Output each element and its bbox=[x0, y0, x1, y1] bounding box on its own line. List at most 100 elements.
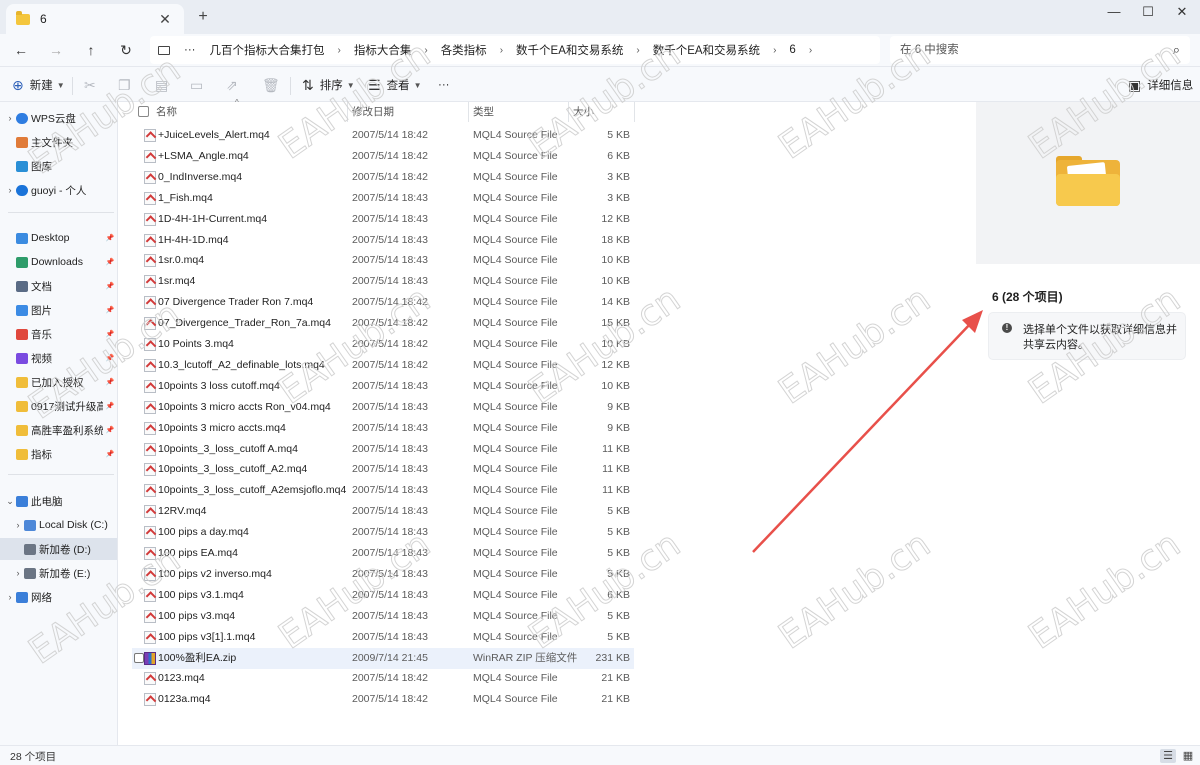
close-tab-icon[interactable]: ✕ bbox=[156, 11, 174, 28]
sidebar-item[interactable]: 新加卷 (D:) bbox=[0, 538, 117, 560]
column-header-name[interactable]: 名称 bbox=[156, 102, 177, 122]
paste-button[interactable]: ▤ bbox=[155, 74, 174, 96]
sidebar-item[interactable]: 指标 📌 bbox=[0, 443, 117, 465]
delete-button[interactable]: 🗑 bbox=[262, 74, 286, 96]
file-row[interactable]: 100 pips a day.mq4 2007/5/14 18:43 MQL4 So… bbox=[132, 522, 634, 543]
select-all-checkbox[interactable] bbox=[138, 106, 149, 117]
file-row[interactable]: 100 pips v3[1].1.mq4 2007/5/14 18:43 MQL4 … bbox=[132, 627, 634, 648]
breadcrumb-chevron-icon[interactable]: › bbox=[636, 45, 639, 56]
breadcrumb-chevron-icon[interactable]: › bbox=[809, 45, 812, 56]
rename-button[interactable]: ▭ bbox=[190, 74, 209, 96]
sidebar-item[interactable]: › guoyi - 个人 bbox=[0, 179, 117, 201]
chevron-icon[interactable]: › bbox=[12, 568, 24, 578]
details-pane-button[interactable]: ▣ 详细信息 bbox=[1128, 74, 1193, 96]
details-view-icon[interactable]: ☰ bbox=[1160, 749, 1176, 763]
copy-button[interactable]: ❐ bbox=[118, 74, 137, 96]
sidebar-item[interactable]: › Local Disk (C:) bbox=[0, 514, 117, 536]
breadcrumb-chevron-icon[interactable]: › bbox=[773, 45, 776, 56]
sort-button[interactable]: ⇅ 排序 ▼ bbox=[302, 74, 355, 96]
file-row[interactable]: +LSMA_Angle.mq4 2007/5/14 18:42 MQL4 Sourc… bbox=[132, 146, 634, 167]
sidebar-item[interactable]: 文档 📌 bbox=[0, 275, 117, 297]
more-options-button[interactable]: ··· bbox=[438, 74, 450, 96]
search-input[interactable]: 在 6 中搜索 ⌕ bbox=[890, 36, 1190, 64]
refresh-icon[interactable]: ↻ bbox=[115, 39, 137, 61]
file-row[interactable]: 10points_3_loss_cutoff A.mq4 2007/5/14 18… bbox=[132, 439, 634, 460]
file-row[interactable]: 100 pips EA.mq4 2007/5/14 18:43 MQL4 Sourc… bbox=[132, 543, 634, 564]
file-row[interactable]: 100 pips v3.1.mq4 2007/5/14 18:43 MQL4 Sou… bbox=[132, 585, 634, 606]
file-row[interactable]: 1D-4H-1H-Current.mq4 2007/5/14 18:43 MQL4 … bbox=[132, 209, 634, 230]
file-row[interactable]: 12RV.mq4 2007/5/14 18:43 MQL4 Source File 5… bbox=[132, 501, 634, 522]
breadcrumb-chevron-icon[interactable]: › bbox=[338, 45, 341, 56]
breadcrumb-item[interactable]: 几百个指标大合集打包 bbox=[210, 42, 325, 58]
new-tab-button[interactable]: + bbox=[194, 8, 212, 26]
chevron-icon[interactable]: › bbox=[4, 185, 16, 195]
chevron-icon[interactable]: › bbox=[12, 520, 24, 530]
file-row[interactable]: 0123.mq4 2007/5/14 18:42 MQL4 Source File 2… bbox=[132, 668, 634, 689]
forward-arrow-icon[interactable]: → bbox=[45, 39, 67, 61]
sidebar-item[interactable]: 视频 📌 bbox=[0, 347, 117, 369]
column-divider[interactable] bbox=[347, 102, 348, 122]
sidebar-item[interactable]: › 新加卷 (E:) bbox=[0, 562, 117, 584]
breadcrumb-chevron-icon[interactable]: › bbox=[500, 45, 503, 56]
column-header-date[interactable]: 修改日期 bbox=[352, 102, 394, 122]
file-row[interactable]: 07_Divergence_Trader_Ron_7a.mq4 2007/5/14… bbox=[132, 313, 634, 334]
breadcrumb-more[interactable]: ··· bbox=[184, 44, 196, 56]
new-button[interactable]: ⊕ 新建 ▼ bbox=[12, 74, 65, 96]
column-header-type[interactable]: 类型 bbox=[473, 102, 494, 122]
file-row[interactable]: 100 pips v3.mq4 2007/5/14 18:43 MQL4 Sourc… bbox=[132, 606, 634, 627]
back-arrow-icon[interactable]: ← bbox=[10, 39, 32, 61]
breadcrumb-item[interactable]: 各类指标 bbox=[441, 42, 487, 58]
file-row[interactable]: 10points 3 micro accts.mq4 2007/5/14 18:4… bbox=[132, 418, 634, 439]
file-row[interactable]: 1H-4H-1D.mq4 2007/5/14 18:43 MQL4 Source F… bbox=[132, 230, 634, 251]
sidebar-item[interactable]: › 网络 bbox=[0, 586, 117, 608]
address-bar[interactable]: ··· 几百个指标大合集打包 › 指标大合集 › 各类指标 › 数千个EA和交易系统 › 数千个… bbox=[150, 36, 880, 64]
sidebar-item[interactable]: 音乐 📌 bbox=[0, 323, 117, 345]
minimize-button[interactable]: — bbox=[1096, 2, 1132, 22]
column-divider[interactable] bbox=[468, 102, 469, 122]
file-row[interactable]: 100%盈利EA.zip 2009/7/14 21:45 WinRAR ZIP 压缩… bbox=[132, 647, 634, 669]
file-row[interactable]: 1sr.mq4 2007/5/14 18:43 MQL4 Source File 10… bbox=[132, 271, 634, 292]
column-header-size[interactable]: 大小 bbox=[573, 102, 594, 122]
column-divider[interactable] bbox=[634, 102, 635, 122]
breadcrumb-item[interactable]: 6 bbox=[789, 44, 795, 56]
breadcrumb-item[interactable]: 指标大合集 bbox=[354, 42, 412, 58]
file-row[interactable]: 10points 3 micro accts Ron_v04.mq4 2007/5… bbox=[132, 397, 634, 418]
file-row[interactable]: 10points_3_loss_cutoff_A2emsjoflo.mq4 200… bbox=[132, 480, 634, 501]
sidebar-item[interactable]: › WPS云盘 bbox=[0, 107, 117, 129]
maximize-button[interactable]: ☐ bbox=[1130, 2, 1166, 22]
file-row[interactable]: 10.3_lcutoff_A2_definable_lots.mq4 2007/5… bbox=[132, 355, 634, 376]
chevron-icon[interactable]: › bbox=[4, 113, 16, 123]
sidebar-item[interactable]: 图片 📌 bbox=[0, 299, 117, 321]
close-window-button[interactable]: ✕ bbox=[1164, 2, 1200, 22]
cut-button[interactable]: ✂ bbox=[84, 74, 102, 96]
file-row[interactable]: 10points_3_loss_cutoff_A2.mq4 2007/5/14 1… bbox=[132, 459, 634, 480]
breadcrumb-chevron-icon[interactable]: › bbox=[424, 45, 427, 56]
file-row[interactable]: 1sr.0.mq4 2007/5/14 18:43 MQL4 Source File… bbox=[132, 250, 634, 271]
share-button[interactable]: ⇗ bbox=[226, 74, 244, 96]
sidebar-item[interactable]: 图库 bbox=[0, 155, 117, 177]
file-row[interactable]: 10points 3 loss cutoff.mq4 2007/5/14 18:4… bbox=[132, 376, 634, 397]
sidebar-item[interactable]: ⌄ 此电脑 bbox=[0, 490, 117, 512]
breadcrumb-item[interactable]: 数千个EA和交易系统 bbox=[653, 42, 760, 58]
sidebar-item[interactable]: 主文件夹 bbox=[0, 131, 117, 153]
file-row[interactable]: 07 Divergence Trader Ron 7.mq4 2007/5/14 … bbox=[132, 292, 634, 313]
file-row[interactable]: 1_Fish.mq4 2007/5/14 18:43 MQL4 Source Fil… bbox=[132, 188, 634, 209]
sidebar-item[interactable]: 0917测试升级高 📌 bbox=[0, 395, 117, 417]
file-row[interactable]: 0_IndInverse.mq4 2007/5/14 18:42 MQL4 Sour… bbox=[132, 167, 634, 188]
view-button[interactable]: ☰ 查看 ▼ bbox=[368, 74, 421, 96]
file-row[interactable]: 0123a.mq4 2007/5/14 18:42 MQL4 Source File… bbox=[132, 689, 634, 710]
file-row[interactable]: 100 pips v2 inverso.mq4 2007/5/14 18:43 MQ… bbox=[132, 564, 634, 585]
row-checkbox[interactable] bbox=[134, 652, 144, 663]
file-row[interactable]: 10 Points 3.mq4 2007/5/14 18:42 MQL4 Sourc… bbox=[132, 334, 634, 355]
up-arrow-icon[interactable]: ↑ bbox=[80, 39, 102, 61]
tab-current[interactable]: 6 ✕ bbox=[6, 4, 184, 34]
column-divider[interactable] bbox=[568, 102, 569, 122]
breadcrumb-item[interactable]: 数千个EA和交易系统 bbox=[516, 42, 623, 58]
sidebar-item[interactable]: 已加入授权 📌 bbox=[0, 371, 117, 393]
sidebar-item[interactable]: 高胜率盈利系统 📌 bbox=[0, 419, 117, 441]
sidebar-item[interactable]: Downloads 📌 bbox=[0, 251, 117, 273]
tiles-view-icon[interactable]: ▦ bbox=[1180, 749, 1196, 763]
chevron-icon[interactable]: ⌄ bbox=[4, 496, 16, 507]
file-row[interactable]: +JuiceLevels_Alert.mq4 2007/5/14 18:42 MQL… bbox=[132, 125, 634, 146]
chevron-icon[interactable]: › bbox=[4, 592, 16, 602]
